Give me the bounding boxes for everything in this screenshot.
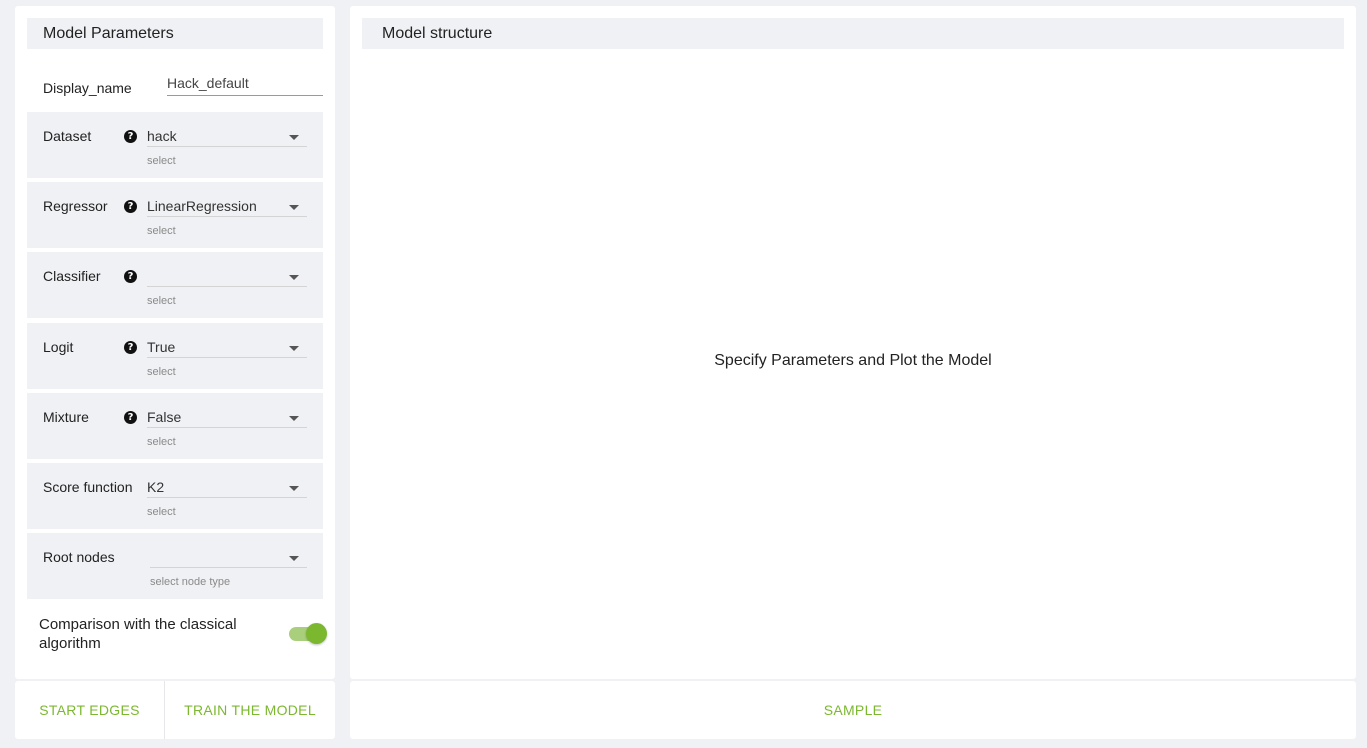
plot-placeholder-text: Specify Parameters and Plot the Model [714,352,992,369]
score-function-select-value: K2 [147,479,165,495]
dropdown-arrow-icon [289,416,299,421]
root-nodes-hint: select node type [150,576,231,588]
dataset-select[interactable]: hack [147,122,307,147]
help-icon[interactable]: ? [124,411,137,424]
regressor-select-value: LinearRegression [147,198,257,214]
mixture-hint: select [147,436,176,448]
score-function-label: Score function [43,479,133,495]
mixture-select-value: False [147,409,182,425]
model-structure-title: Model structure [362,18,1344,49]
mixture-select[interactable]: False [147,403,307,428]
model-structure-panel: Model structure Specify Parameters and P… [350,6,1356,679]
classifier-select[interactable] [147,262,307,287]
toggle-thumb[interactable] [306,623,327,644]
dropdown-arrow-icon [289,275,299,280]
start-edges-button[interactable]: START EDGES [15,681,165,739]
dataset-hint: select [147,155,176,167]
classifier-label: Classifier [43,268,101,284]
regressor-param: Regressor ? LinearRegression select [27,182,323,248]
model-parameters-panel: Model Parameters Display_name Dataset ? … [15,6,335,679]
regressor-hint: select [147,225,176,237]
mixture-label: Mixture [43,409,89,425]
dropdown-arrow-icon [289,346,299,351]
display-name-label: Display_name [43,80,132,96]
logit-hint: select [147,366,176,378]
classifier-hint: select [147,295,176,307]
model-parameters-title: Model Parameters [27,18,323,49]
logit-select[interactable]: True [147,333,307,358]
help-icon[interactable]: ? [124,200,137,213]
dropdown-arrow-icon [289,205,299,210]
classifier-param: Classifier ? select [27,252,323,318]
dataset-label: Dataset [43,128,92,144]
help-icon[interactable]: ? [124,270,137,283]
score-function-hint: select [147,506,176,518]
dataset-select-value: hack [147,128,177,144]
train-model-button[interactable]: TRAIN THE MODEL [165,681,335,739]
dropdown-arrow-icon [289,135,299,140]
root-nodes-param: Root nodes select node type [27,533,323,599]
regressor-label: Regressor [43,198,108,214]
logit-param: Logit ? True select [27,323,323,389]
left-action-bar: START EDGES TRAIN THE MODEL [15,681,335,739]
sample-button[interactable]: SAMPLE [753,681,953,739]
root-nodes-label: Root nodes [43,549,115,565]
logit-label: Logit [43,339,74,355]
classical-comparison-row: Comparison with the classical algorithm [39,613,335,657]
score-function-select[interactable]: K2 [147,473,307,498]
regressor-select[interactable]: LinearRegression [147,192,307,217]
mixture-param: Mixture ? False select [27,393,323,459]
display-name-row: Display_name [43,72,323,102]
display-name-input[interactable] [167,72,323,96]
dropdown-arrow-icon [289,556,299,561]
right-action-bar: SAMPLE [350,681,1356,739]
root-nodes-select[interactable] [150,543,307,568]
logit-select-value: True [147,339,176,355]
help-icon[interactable]: ? [124,130,137,143]
score-function-param: Score function K2 select [27,463,323,529]
dropdown-arrow-icon [289,486,299,491]
dataset-param: Dataset ? hack select [27,112,323,178]
classical-comparison-label: Comparison with the classical algorithm [39,616,237,652]
help-icon[interactable]: ? [124,341,137,354]
